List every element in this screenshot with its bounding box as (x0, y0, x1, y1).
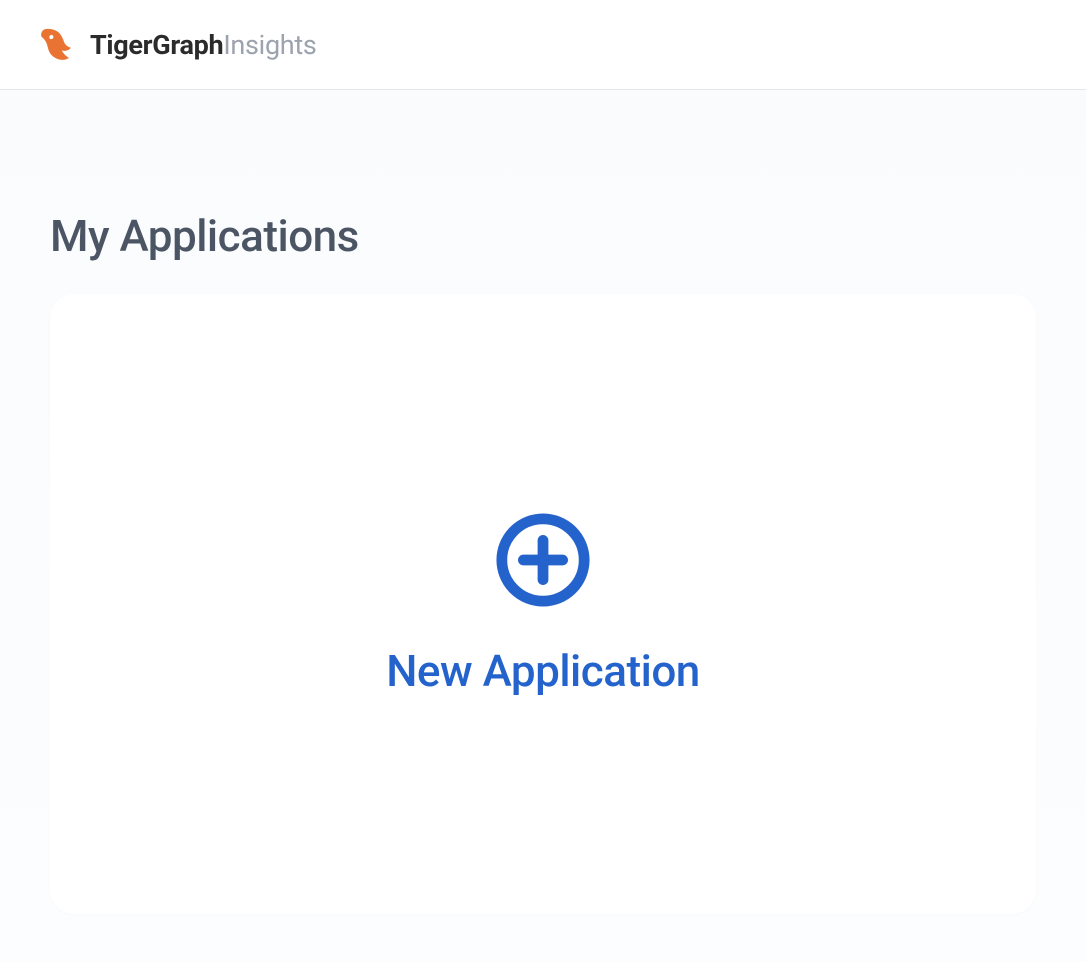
header: TigerGraphInsights (0, 0, 1086, 90)
brand-name: TigerGraphInsights (90, 29, 317, 61)
brand-secondary: Insights (223, 29, 316, 61)
tiger-icon (36, 23, 80, 67)
main-content: My Applications New Application (0, 90, 1086, 954)
brand-primary: TigerGraph (90, 29, 223, 61)
brand-logo[interactable]: TigerGraphInsights (36, 23, 317, 67)
new-application-label: New Application (386, 645, 700, 697)
new-application-card[interactable]: New Application (50, 294, 1036, 914)
plus-circle-icon (494, 511, 592, 609)
page-title: My Applications (50, 210, 1036, 262)
